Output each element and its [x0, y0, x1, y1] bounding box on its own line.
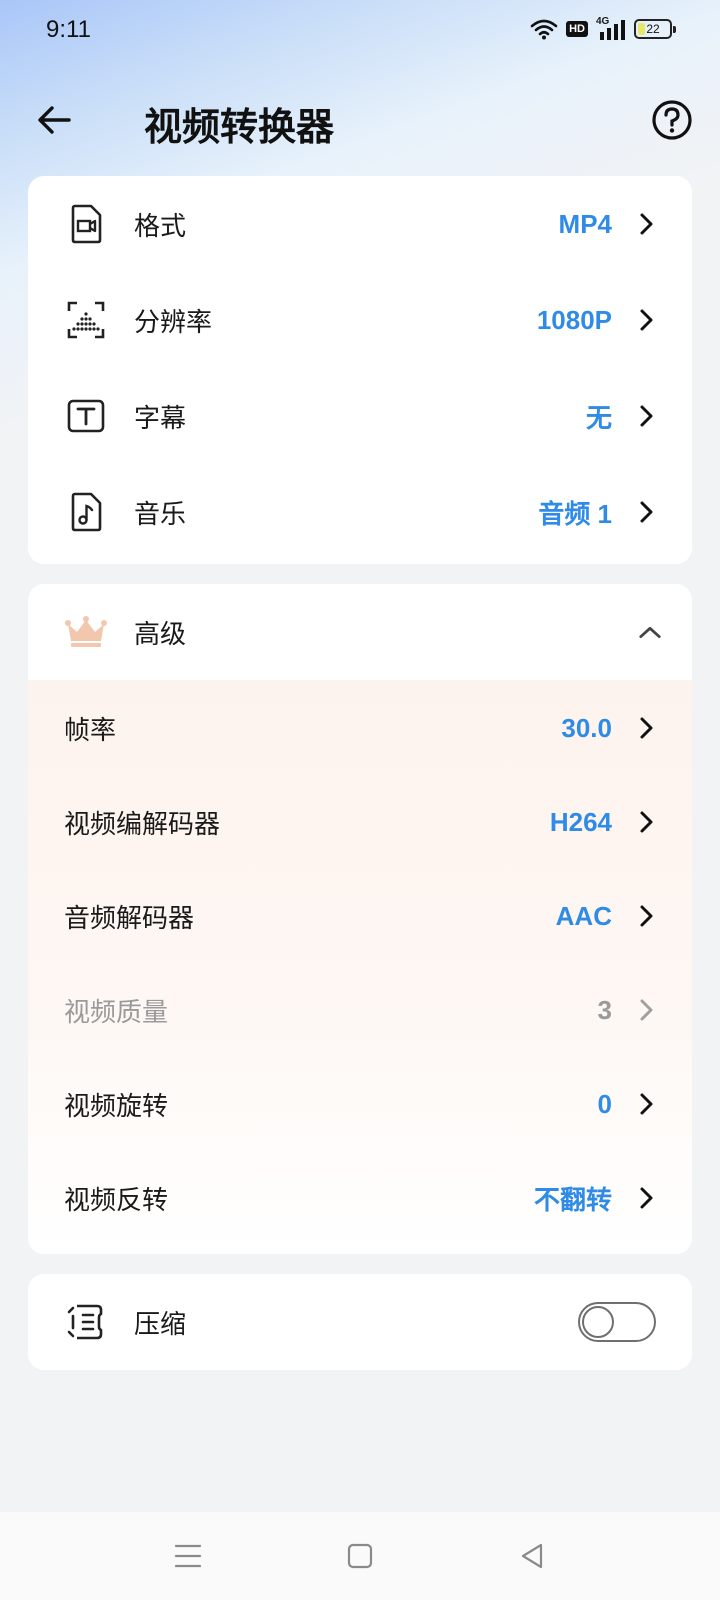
- chevron-right-icon: [634, 716, 658, 740]
- video-codec-value: H264: [549, 806, 612, 837]
- resolution-label: 分辨率: [134, 307, 213, 338]
- chevron-up-icon: [638, 620, 662, 644]
- wifi-icon: [530, 19, 558, 40]
- chevron-right-icon: [634, 904, 658, 928]
- audio-codec-label: 音频解码器: [64, 903, 195, 934]
- chevron-right-icon: [634, 212, 658, 236]
- compress-toggle[interactable]: [578, 1302, 656, 1342]
- music-row[interactable]: 音乐 音频 1: [28, 464, 692, 560]
- page-title: 视频转换器: [144, 105, 335, 149]
- music-label: 音乐: [134, 499, 187, 530]
- hd-badge: HD: [566, 21, 588, 37]
- subtitle-label: 字幕: [134, 403, 187, 434]
- resolution-row[interactable]: 分辨率 1080P: [28, 272, 692, 368]
- video-codec-row[interactable]: 视频编解码器 H264: [28, 774, 692, 870]
- chevron-right-icon: [634, 500, 658, 524]
- audio-codec-value: AAC: [555, 900, 612, 931]
- compress-row: 压缩: [28, 1274, 692, 1370]
- back-nav-button[interactable]: [512, 1536, 552, 1576]
- resolution-value: 1080P: [536, 304, 612, 335]
- chevron-right-icon: [634, 308, 658, 332]
- status-icons: HD 4G 22: [530, 16, 676, 40]
- chevron-right-icon: [634, 1092, 658, 1116]
- video-quality-row[interactable]: 视频质量 3: [28, 962, 692, 1058]
- advanced-settings-card: 高级 帧率 30.0 视频编解码器 H264 音频解码器 AAC 视频质量 3 …: [28, 584, 692, 1254]
- menu-button[interactable]: [168, 1536, 208, 1576]
- square-icon: [347, 1543, 373, 1569]
- frame-rate-row[interactable]: 帧率 30.0: [28, 680, 692, 776]
- status-time: 9:11: [46, 16, 91, 43]
- format-label: 格式: [134, 211, 187, 242]
- advanced-header[interactable]: 高级: [28, 584, 692, 680]
- header: 视频转换器: [0, 84, 720, 156]
- signal-icon: 4G: [596, 16, 626, 40]
- chevron-right-icon: [634, 404, 658, 428]
- advanced-title: 高级: [134, 619, 187, 650]
- chevron-right-icon: [634, 810, 658, 834]
- toggle-knob: [582, 1306, 614, 1338]
- music-value: 音频 1: [538, 498, 612, 529]
- battery-icon: 22: [634, 19, 676, 39]
- compress-label: 压缩: [134, 1309, 187, 1340]
- text-box-icon: [64, 394, 108, 438]
- help-button[interactable]: [650, 98, 694, 142]
- battery-fill: [638, 23, 645, 35]
- video-quality-label: 视频质量: [64, 997, 169, 1028]
- video-rotate-label: 视频旋转: [64, 1091, 169, 1122]
- video-codec-label: 视频编解码器: [64, 809, 221, 840]
- video-flip-value: 不翻转: [533, 1184, 612, 1215]
- video-quality-value: 3: [597, 994, 612, 1025]
- format-row[interactable]: 格式 MP4: [28, 176, 692, 272]
- subtitle-row[interactable]: 字幕 无: [28, 368, 692, 464]
- chevron-right-icon: [634, 1186, 658, 1210]
- audio-codec-row[interactable]: 音频解码器 AAC: [28, 868, 692, 964]
- frame-rate-label: 帧率: [64, 715, 117, 746]
- question-circle-icon: [652, 100, 692, 140]
- video-rotate-row[interactable]: 视频旋转 0: [28, 1056, 692, 1152]
- video-flip-row[interactable]: 视频反转 不翻转: [28, 1150, 692, 1246]
- basic-settings-card: 格式 MP4 分辨率 1080P 字幕 无 音乐 音频 1: [28, 176, 692, 564]
- advanced-body: 帧率 30.0 视频编解码器 H264 音频解码器 AAC 视频质量 3 视频旋…: [28, 680, 692, 1254]
- subtitle-value: 无: [585, 402, 612, 433]
- video-flip-label: 视频反转: [64, 1185, 169, 1216]
- resolution-icon: [64, 298, 108, 342]
- triangle-back-icon: [521, 1543, 543, 1569]
- format-value: MP4: [558, 208, 612, 239]
- video-file-icon: [64, 202, 108, 246]
- back-button[interactable]: [32, 98, 76, 142]
- status-bar: 9:11 HD 4G 22: [0, 0, 720, 64]
- home-button[interactable]: [340, 1536, 380, 1576]
- frame-rate-value: 30.0: [561, 712, 612, 743]
- battery-tip: [673, 26, 676, 33]
- menu-icon: [174, 1544, 202, 1568]
- compress-icon: [64, 1300, 108, 1344]
- compress-card: 压缩: [28, 1274, 692, 1370]
- arrow-left-icon: [38, 106, 71, 134]
- chevron-right-icon: [634, 998, 658, 1022]
- video-rotate-value: 0: [597, 1088, 612, 1119]
- battery-level: 22: [646, 22, 660, 36]
- music-file-icon: [64, 490, 108, 534]
- navigation-bar: [0, 1512, 720, 1600]
- crown-icon: [64, 610, 108, 654]
